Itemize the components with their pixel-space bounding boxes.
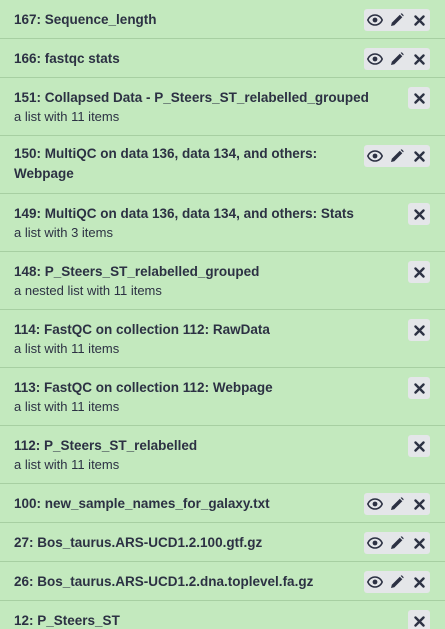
- history-item-subtitle: a list with 11 items: [14, 109, 120, 124]
- pencil-icon[interactable]: [386, 145, 408, 167]
- eye-icon[interactable]: [364, 532, 386, 554]
- history-item-actions: [364, 532, 430, 554]
- history-item-actions: [408, 87, 430, 109]
- pencil-icon[interactable]: [386, 48, 408, 70]
- close-icon[interactable]: [408, 610, 430, 629]
- history-item-actions: [408, 610, 430, 629]
- history-item-actions: [364, 9, 430, 31]
- eye-icon[interactable]: [364, 48, 386, 70]
- pencil-icon[interactable]: [386, 571, 408, 593]
- history-item-subtitle: a list with 3 items: [14, 225, 113, 240]
- history-item-actions: [408, 435, 430, 457]
- history-item[interactable]: 149: MultiQC on data 136, data 134, and …: [0, 194, 445, 252]
- history-item-subtitle: a nested list with 11 items: [14, 283, 162, 298]
- history-item-title[interactable]: 149: MultiQC on data 136, data 134, and …: [14, 204, 431, 223]
- close-icon[interactable]: [408, 87, 430, 109]
- history-item-actions: [408, 319, 430, 341]
- close-icon[interactable]: [408, 319, 430, 341]
- history-item-actions: [408, 377, 430, 399]
- close-icon[interactable]: [408, 145, 430, 167]
- eye-icon[interactable]: [364, 571, 386, 593]
- history-item-actions: [408, 203, 430, 225]
- close-icon[interactable]: [408, 493, 430, 515]
- close-icon[interactable]: [408, 261, 430, 283]
- close-icon[interactable]: [408, 9, 430, 31]
- history-item[interactable]: 166: fastqc stats: [0, 39, 445, 78]
- history-item[interactable]: 112: P_Steers_ST_relabelled a list with …: [0, 426, 445, 484]
- history-item[interactable]: 151: Collapsed Data - P_Steers_ST_relabe…: [0, 78, 445, 136]
- history-item[interactable]: 113: FastQC on collection 112: Webpage a…: [0, 368, 445, 426]
- history-item-title[interactable]: 151: Collapsed Data - P_Steers_ST_relabe…: [14, 88, 431, 107]
- history-item[interactable]: 167: Sequence_length: [0, 0, 445, 39]
- history-item-subtitle: a list with 11 items: [14, 341, 120, 356]
- history-item-title[interactable]: 113: FastQC on collection 112: Webpage: [14, 378, 431, 397]
- history-item[interactable]: 150: MultiQC on data 136, data 134, and …: [0, 136, 445, 194]
- pencil-icon[interactable]: [386, 493, 408, 515]
- close-icon[interactable]: [408, 48, 430, 70]
- close-icon[interactable]: [408, 532, 430, 554]
- history-item-actions: [364, 571, 430, 593]
- history-item[interactable]: 114: FastQC on collection 112: RawData a…: [0, 310, 445, 368]
- eye-icon[interactable]: [364, 493, 386, 515]
- history-item[interactable]: 148: P_Steers_ST_relabelled_grouped a ne…: [0, 252, 445, 310]
- eye-icon[interactable]: [364, 9, 386, 31]
- history-item-title[interactable]: 148: P_Steers_ST_relabelled_grouped: [14, 262, 431, 281]
- close-icon[interactable]: [408, 571, 430, 593]
- pencil-icon[interactable]: [386, 532, 408, 554]
- history-item-actions: [364, 493, 430, 515]
- pencil-icon[interactable]: [386, 9, 408, 31]
- history-item-title[interactable]: 112: P_Steers_ST_relabelled: [14, 436, 431, 455]
- history-item-actions: [364, 48, 430, 70]
- close-icon[interactable]: [408, 377, 430, 399]
- history-item-actions: [364, 145, 430, 167]
- history-item[interactable]: 27: Bos_taurus.ARS-UCD1.2.100.gtf.gz: [0, 523, 445, 562]
- history-item-title[interactable]: 114: FastQC on collection 112: RawData: [14, 320, 431, 339]
- history-item-actions: [408, 261, 430, 283]
- history-item-title[interactable]: 12: P_Steers_ST: [14, 611, 431, 629]
- close-icon[interactable]: [408, 435, 430, 457]
- close-icon[interactable]: [408, 203, 430, 225]
- history-item[interactable]: 100: new_sample_names_for_galaxy.txt: [0, 484, 445, 523]
- history-item[interactable]: 26: Bos_taurus.ARS-UCD1.2.dna.toplevel.f…: [0, 562, 445, 601]
- eye-icon[interactable]: [364, 145, 386, 167]
- history-item-subtitle: a list with 11 items: [14, 457, 120, 472]
- history-item-subtitle: a list with 11 items: [14, 399, 120, 414]
- history-dataset-list: 167: Sequence_length 166: fastqc stats 1…: [0, 0, 445, 629]
- history-item[interactable]: 12: P_Steers_ST: [0, 601, 445, 629]
